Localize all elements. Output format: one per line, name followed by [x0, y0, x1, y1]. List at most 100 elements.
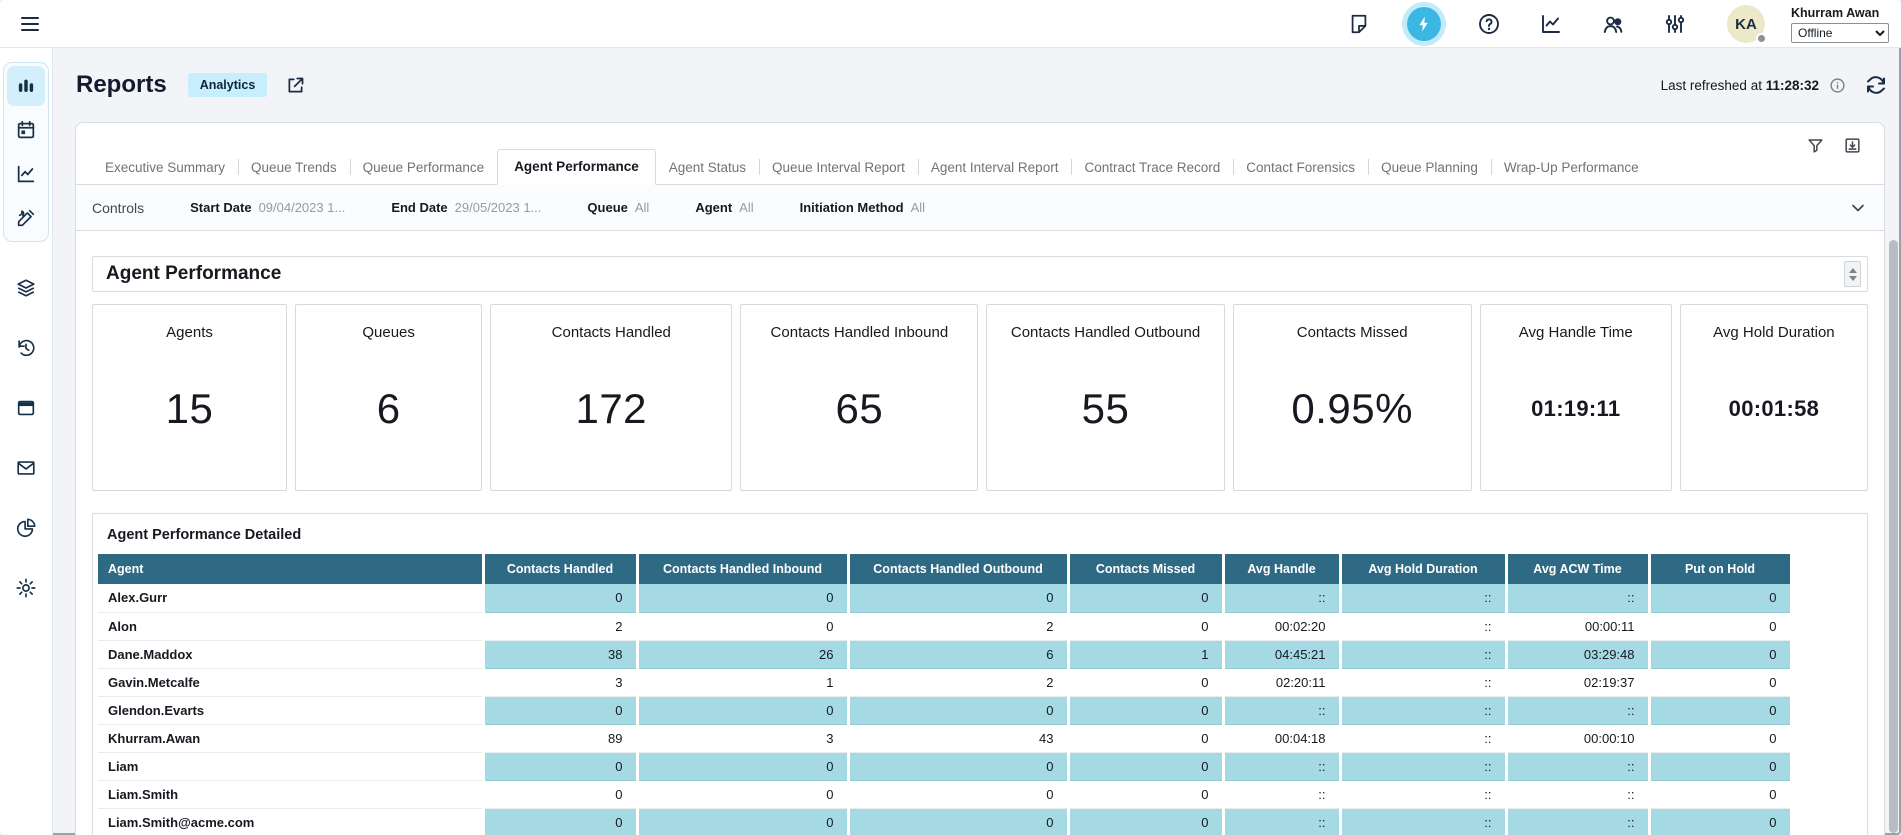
tab-contract-trace-record[interactable]: Contract Trace Record [1071, 152, 1233, 184]
bar-chart-icon [15, 75, 37, 97]
control-filter-queue[interactable]: QueueAll [587, 200, 649, 215]
agent-name-cell: Gavin.Metcalfe [98, 668, 483, 696]
filter-label: Agent [695, 200, 732, 215]
sidebar-item-layers[interactable] [7, 270, 45, 306]
column-header-contacts-missed[interactable]: Contacts Missed [1068, 554, 1223, 584]
spinner-down-icon[interactable] [1849, 276, 1857, 281]
value-cell: 00:00:10 [1506, 724, 1649, 752]
tab-agent-performance[interactable]: Agent Performance [497, 149, 656, 185]
avatar[interactable]: KA [1727, 5, 1765, 43]
table-row-alex-gurr[interactable]: Alex.Gurr0000::::::0 [98, 584, 1791, 612]
control-filter-initiation-method[interactable]: Initiation MethodAll [800, 200, 925, 215]
kpi-card-contacts-handled-inbound: Contacts Handled Inbound65 [740, 304, 978, 491]
table-row-khurram-awan[interactable]: Khurram.Awan89343000:04:18::00:00:100 [98, 724, 1791, 752]
sidebar-item-calendar[interactable] [7, 110, 45, 150]
control-filter-agent[interactable]: AgentAll [695, 200, 753, 215]
settings-sliders-button[interactable] [1657, 6, 1693, 42]
column-header-agent[interactable]: Agent [98, 554, 483, 584]
agent-status-select[interactable]: Offline [1791, 23, 1889, 43]
refresh-button[interactable] [1864, 73, 1888, 97]
tab-queue-interval-report[interactable]: Queue Interval Report [759, 152, 918, 184]
value-cell: 02:19:37 [1506, 668, 1649, 696]
help-button[interactable] [1471, 6, 1507, 42]
value-cell: :: [1340, 668, 1506, 696]
page-header: Reports Analytics Last refreshed at 11:2… [53, 48, 1901, 122]
table-row-gavin-metcalfe[interactable]: Gavin.Metcalfe312002:20:11::02:19:370 [98, 668, 1791, 696]
tab-agent-interval-report[interactable]: Agent Interval Report [918, 152, 1072, 184]
value-cell: 0 [848, 584, 1068, 612]
download-button[interactable] [1843, 136, 1862, 155]
metrics-button[interactable] [1533, 6, 1569, 42]
kpi-value: 15 [166, 385, 214, 433]
notes-button[interactable] [1341, 6, 1377, 42]
value-cell: :: [1223, 752, 1340, 780]
tab-wrap-up-performance[interactable]: Wrap-Up Performance [1491, 152, 1652, 184]
value-cell: 2 [848, 612, 1068, 640]
open-in-new-button[interactable] [285, 75, 306, 96]
value-cell: 0 [1649, 724, 1791, 752]
tab-contact-forensics[interactable]: Contact Forensics [1233, 152, 1368, 184]
agent-name-cell: Liam [98, 752, 483, 780]
sidebar-item-flows[interactable] [7, 198, 45, 238]
hamburger-menu-button[interactable] [13, 7, 47, 41]
quick-actions-button[interactable] [1407, 7, 1441, 41]
column-header-avg-handle[interactable]: Avg Handle [1223, 554, 1340, 584]
kpi-value-wrap: 0.95% [1291, 341, 1413, 490]
column-header-contacts-handled[interactable]: Contacts Handled [483, 554, 637, 584]
value-cell: :: [1506, 780, 1649, 808]
column-header-avg-acw-time[interactable]: Avg ACW Time [1506, 554, 1649, 584]
info-icon[interactable] [1829, 77, 1846, 94]
table-row-liam-smith[interactable]: Liam.Smith0000::::::0 [98, 780, 1791, 808]
kpi-value-wrap: 55 [1082, 341, 1130, 490]
column-header-put-on-hold[interactable]: Put on Hold [1649, 554, 1791, 584]
note-icon [1348, 13, 1370, 35]
last-refreshed-text: Last refreshed at 11:28:32 [1661, 78, 1819, 93]
column-header-contacts-handled-outbound[interactable]: Contacts Handled Outbound [848, 554, 1068, 584]
control-filter-start-date[interactable]: Start Date09/04/2023 1... [190, 200, 345, 215]
download-icon [1843, 136, 1862, 155]
controls-collapse-button[interactable] [1848, 198, 1868, 218]
tab-queue-planning[interactable]: Queue Planning [1368, 152, 1491, 184]
value-cell: 0 [1068, 780, 1223, 808]
sidebar-item-history[interactable] [7, 330, 45, 366]
kpi-value-wrap: 01:19:11 [1531, 341, 1620, 490]
tab-queue-performance[interactable]: Queue Performance [350, 152, 498, 184]
users-button[interactable] [1595, 6, 1631, 42]
column-header-avg-hold-duration[interactable]: Avg Hold Duration [1340, 554, 1506, 584]
sidebar-item-browser[interactable] [7, 390, 45, 426]
value-cell: 3 [637, 724, 848, 752]
column-header-contacts-handled-inbound[interactable]: Contacts Handled Inbound [637, 554, 848, 584]
filter-button[interactable] [1806, 136, 1825, 155]
value-cell: 00:04:18 [1223, 724, 1340, 752]
sidebar-item-pie-reports[interactable] [7, 510, 45, 546]
table-row-liam-smith-acme-com[interactable]: Liam.Smith@acme.com0000::::::0 [98, 808, 1791, 835]
sidebar-lower-group [7, 270, 45, 606]
agent-performance-table: AgentContacts HandledContacts Handled In… [98, 554, 1793, 835]
control-filter-end-date[interactable]: End Date29/05/2023 1... [391, 200, 541, 215]
tab-agent-status[interactable]: Agent Status [656, 152, 759, 184]
value-cell: :: [1223, 808, 1340, 835]
filter-label: End Date [391, 200, 447, 215]
sidebar-item-settings[interactable] [7, 570, 45, 606]
value-cell: :: [1223, 584, 1340, 612]
sidebar-item-reports[interactable] [7, 66, 45, 106]
agent-name-cell: Khurram.Awan [98, 724, 483, 752]
spinner-up-icon[interactable] [1849, 268, 1857, 273]
scrollbar-thumb[interactable] [1889, 240, 1898, 833]
sidebar-item-metrics[interactable] [7, 154, 45, 194]
vertical-scrollbar[interactable] [1889, 240, 1898, 833]
section-spinner-control[interactable] [1844, 261, 1861, 287]
kpi-value: 55 [1082, 385, 1130, 433]
table-row-glendon-evarts[interactable]: Glendon.Evarts0000::::::0 [98, 696, 1791, 724]
controls-bar[interactable]: Controls Start Date09/04/2023 1...End Da… [76, 185, 1884, 231]
sidebar-item-email[interactable] [7, 450, 45, 486]
table-row-liam[interactable]: Liam0000::::::0 [98, 752, 1791, 780]
last-refreshed-label: Last refreshed at [1661, 78, 1766, 93]
table-row-alon[interactable]: Alon202000:02:20::00:00:110 [98, 612, 1791, 640]
tab-executive-summary[interactable]: Executive Summary [92, 152, 238, 184]
value-cell: :: [1340, 584, 1506, 612]
tab-queue-trends[interactable]: Queue Trends [238, 152, 350, 184]
agent-name-cell: Dane.Maddox [98, 640, 483, 668]
table-row-dane-maddox[interactable]: Dane.Maddox38266104:45:21::03:29:480 [98, 640, 1791, 668]
value-cell: 02:20:11 [1223, 668, 1340, 696]
